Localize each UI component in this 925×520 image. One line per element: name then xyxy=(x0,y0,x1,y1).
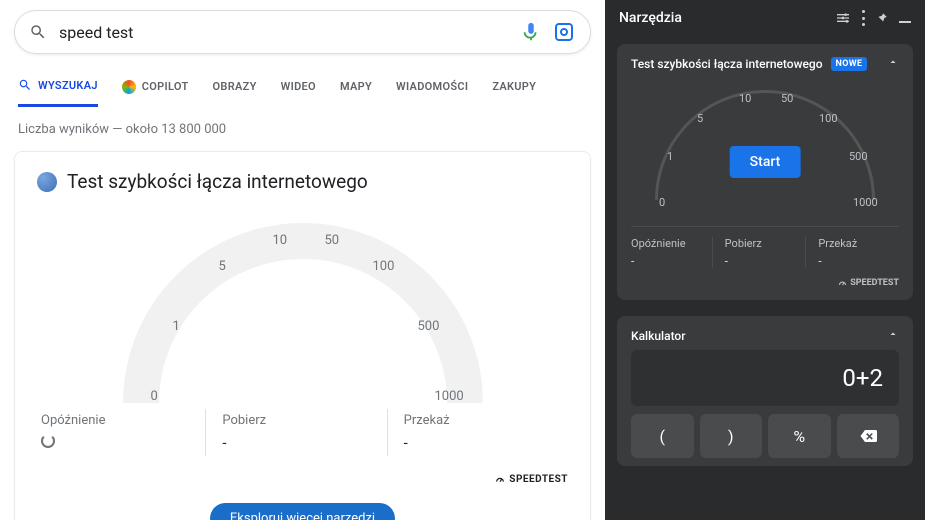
tab-video[interactable]: WIDEO xyxy=(281,70,316,107)
settings-sliders-icon[interactable] xyxy=(835,10,851,26)
tab-label: WIDEO xyxy=(281,80,316,93)
mini-speed-gauge: 0 1 5 10 50 100 500 1000 Start xyxy=(635,78,895,218)
collapse-icon[interactable] xyxy=(887,56,899,72)
widget-title: Kalkulator xyxy=(631,329,685,343)
start-button[interactable]: Start xyxy=(730,146,801,178)
metric-label: Opóźnienie xyxy=(631,237,712,250)
gauge-tick-0: 0 xyxy=(151,389,158,404)
search-icon xyxy=(29,23,47,41)
globe-icon xyxy=(37,172,57,192)
search-tabs: WYSZUKAJ COPILOT OBRAZY WIDEO MAPY WIADO… xyxy=(14,70,591,108)
metric-value: - xyxy=(725,254,806,268)
metric-label: Opóźnienie xyxy=(41,413,205,428)
metric-latency: Opóźnienie xyxy=(37,409,205,456)
mini-metric-latency: Opóźnienie - xyxy=(631,237,712,268)
voice-search-icon[interactable] xyxy=(520,21,542,43)
image-search-icon[interactable] xyxy=(552,20,576,44)
metric-value: - xyxy=(631,254,712,268)
metric-value: - xyxy=(404,434,568,452)
collapse-icon[interactable] xyxy=(887,328,899,344)
calculator-display: 0+2 xyxy=(631,350,899,406)
sidebar-speedtest-widget: Test szybkości łącza internetowego NOWE … xyxy=(617,44,913,300)
tab-shopping[interactable]: ZAKUPY xyxy=(492,70,536,107)
tab-copilot[interactable]: COPILOT xyxy=(122,70,189,107)
gauge-tick-10: 10 xyxy=(273,233,288,248)
metric-label: Przekaż xyxy=(404,413,568,428)
loading-spinner-icon xyxy=(41,434,55,448)
calc-key-backspace[interactable] xyxy=(837,414,900,458)
gauge-tick: 5 xyxy=(697,112,703,125)
mini-metric-download: Pobierz - xyxy=(712,237,806,268)
tab-search[interactable]: WYSZUKAJ xyxy=(18,70,98,107)
gauge-tick-5: 5 xyxy=(219,259,226,274)
tab-label: WYSZUKAJ xyxy=(38,79,98,92)
tab-news[interactable]: WIADOMOŚCI xyxy=(396,70,468,107)
search-input[interactable] xyxy=(59,23,520,42)
tab-label: ZAKUPY xyxy=(492,80,536,93)
tools-sidebar: Narzędzia Test szybkości łącza interneto… xyxy=(605,0,925,520)
minimize-icon[interactable] xyxy=(899,21,911,23)
more-menu-icon[interactable] xyxy=(861,10,865,26)
gauge-tick-100: 100 xyxy=(373,259,395,274)
tab-label: MAPY xyxy=(340,80,372,93)
search-bar[interactable] xyxy=(14,10,591,54)
gauge-tick-1: 1 xyxy=(173,319,180,334)
explore-tools-button[interactable]: Eksploruj więcej narzędzi xyxy=(210,503,395,520)
sidebar-title: Narzędzia xyxy=(619,10,825,26)
speed-gauge: 0 1 5 10 50 100 500 1000 xyxy=(93,203,513,403)
tab-label: WIADOMOŚCI xyxy=(396,80,468,93)
sidebar-calculator-widget: Kalkulator 0+2 ( ) % xyxy=(617,316,913,466)
results-count: Liczba wyników — około 13 800 000 xyxy=(18,122,587,137)
metric-value xyxy=(41,434,205,452)
gauge-tick: 50 xyxy=(781,92,793,105)
tab-maps[interactable]: MAPY xyxy=(340,70,372,107)
speedtest-brand: SPEEDTEST xyxy=(631,278,899,288)
gauge-tick-50: 50 xyxy=(325,233,340,248)
gauge-tick: 1 xyxy=(667,150,673,163)
card-title: Test szybkości łącza internetowego xyxy=(67,170,368,193)
sidebar-header: Narzędzia xyxy=(605,0,925,36)
backspace-icon xyxy=(857,427,879,445)
metric-download: Pobierz - xyxy=(205,409,386,456)
speedtest-card: Test szybkości łącza internetowego 0 1 5… xyxy=(14,151,591,520)
gauge-tick: 10 xyxy=(739,92,751,105)
calc-key-lparen[interactable]: ( xyxy=(631,414,694,458)
new-badge: NOWE xyxy=(831,57,868,71)
gauge-tick: 500 xyxy=(849,150,868,163)
gauge-icon xyxy=(495,475,505,485)
pin-icon[interactable] xyxy=(875,11,889,25)
search-icon xyxy=(18,78,32,92)
gauge-tick: 0 xyxy=(659,196,665,209)
metric-label: Pobierz xyxy=(222,413,386,428)
gauge-tick-1000: 1000 xyxy=(435,389,464,404)
speedtest-brand: SPEEDTEST xyxy=(37,474,568,485)
widget-title: Test szybkości łącza internetowego xyxy=(631,57,823,71)
gauge-tick-500: 500 xyxy=(418,319,440,334)
gauge-icon xyxy=(838,279,847,288)
copilot-icon xyxy=(122,80,136,94)
metric-value: - xyxy=(818,254,899,268)
calc-key-percent[interactable]: % xyxy=(768,414,831,458)
mini-metric-upload: Przekaż - xyxy=(805,237,899,268)
metric-value: - xyxy=(222,434,386,452)
tab-images[interactable]: OBRAZY xyxy=(213,70,257,107)
tab-label: OBRAZY xyxy=(213,80,257,93)
metric-upload: Przekaż - xyxy=(387,409,568,456)
metric-label: Przekaż xyxy=(818,237,899,250)
tab-label: COPILOT xyxy=(142,80,189,93)
calc-key-rparen[interactable]: ) xyxy=(700,414,763,458)
metrics-row: Opóźnienie Pobierz - Przekaż - xyxy=(37,409,568,456)
gauge-tick: 100 xyxy=(819,112,838,125)
metric-label: Pobierz xyxy=(725,237,806,250)
gauge-tick: 1000 xyxy=(853,196,878,209)
